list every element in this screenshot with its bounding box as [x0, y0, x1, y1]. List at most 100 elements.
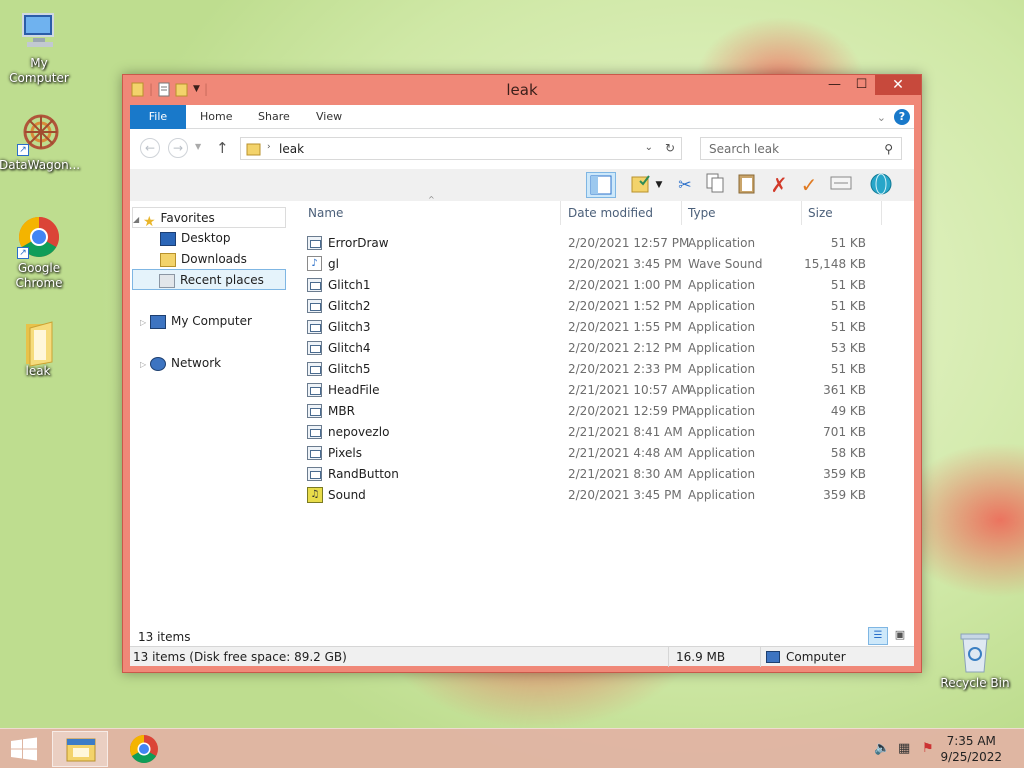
rename-check-icon[interactable]: ✓: [796, 172, 822, 198]
details-view-button[interactable]: ☰: [868, 627, 888, 645]
ribbon-tabs: File Home Share View ⌄ ?: [130, 105, 914, 129]
desktop-icon-leak-folder[interactable]: leak: [0, 318, 78, 379]
nav-my-computer[interactable]: ▷ My Computer: [140, 311, 252, 332]
volume-muted-icon[interactable]: 🔈: [874, 741, 890, 756]
recent-locations-icon[interactable]: ▼: [195, 142, 201, 151]
file-size: 359 KB: [823, 467, 866, 481]
file-row[interactable]: ♪ gl 2/20/2021 3:45 PM Wave Sound 15,148 KB: [306, 254, 896, 275]
title-bar[interactable]: | ▼ | leak — ☐ ✕: [123, 75, 921, 105]
navigation-bar: ← → ▼ ↑ › leak ⌄ ↻ Search leak ⚲: [130, 129, 914, 169]
total-size-text: 16.9 MB: [676, 650, 726, 664]
file-row[interactable]: RandButton 2/21/2021 8:30 AM Application 35…: [306, 464, 896, 485]
file-row[interactable]: Glitch5 2/20/2021 2:33 PM Application 51 KB: [306, 359, 896, 380]
file-size: 361 KB: [823, 383, 866, 397]
recent-places-icon: [159, 273, 175, 288]
file-size: 49 KB: [830, 404, 866, 418]
properties-icon[interactable]: [828, 172, 854, 198]
desktop-icon-chrome[interactable]: ↗ Google Chrome: [0, 215, 79, 291]
up-icon[interactable]: ↑: [216, 139, 229, 157]
folder-icon: [16, 318, 60, 367]
location-text: Computer: [786, 650, 846, 664]
breadcrumb[interactable]: leak: [279, 142, 304, 156]
file-row[interactable]: MBR 2/20/2021 12:59 PM Application 49 KB: [306, 401, 896, 422]
breadcrumb-chevron-icon[interactable]: ›: [267, 142, 271, 152]
explorer-window[interactable]: | ▼ | leak — ☐ ✕ File Home Share View ⌄ …: [122, 74, 922, 673]
nav-desktop[interactable]: Desktop: [160, 228, 231, 249]
file-row[interactable]: ErrorDraw 2/20/2021 12:57 PM Application 51…: [306, 233, 896, 254]
preview-pane-button[interactable]: [586, 172, 616, 198]
desktop-icon-label: My Computer: [9, 56, 69, 85]
large-icons-view-button[interactable]: ▣: [890, 627, 910, 645]
column-header-name[interactable]: Name: [308, 206, 343, 224]
file-date: 2/21/2021 4:48 AM: [568, 446, 683, 460]
minimize-button[interactable]: —: [821, 75, 848, 95]
file-name: HeadFile: [328, 383, 380, 397]
maximize-button[interactable]: ☐: [848, 75, 875, 95]
nav-network[interactable]: ▷ Network: [140, 353, 221, 374]
column-divider[interactable]: [881, 201, 882, 225]
file-row[interactable]: Glitch1 2/20/2021 1:00 PM Application 51 KB: [306, 275, 896, 296]
column-header-date[interactable]: Date modified: [568, 206, 653, 224]
nav-downloads[interactable]: Downloads: [160, 249, 247, 270]
file-type: Application: [688, 404, 756, 418]
network-status-icon[interactable]: ▦: [898, 741, 910, 756]
nav-recent-places[interactable]: Recent places: [132, 269, 286, 290]
collapse-arrow-icon[interactable]: ◢: [133, 215, 139, 224]
desktop-icon-recycle-bin[interactable]: Recycle Bin: [935, 630, 1015, 691]
computer-icon: [149, 314, 166, 329]
column-divider[interactable]: [681, 201, 682, 225]
computer-icon: [766, 651, 780, 663]
tab-view[interactable]: View: [316, 105, 342, 129]
help-icon[interactable]: ?: [894, 109, 910, 125]
taskbar-chrome[interactable]: [116, 731, 172, 767]
delete-icon[interactable]: ✗: [766, 172, 792, 198]
globe-icon[interactable]: [868, 172, 894, 198]
column-header-type[interactable]: Type: [688, 206, 716, 224]
desktop-icon-datawagon[interactable]: ↗ DataWagon...: [0, 112, 80, 173]
system-clock[interactable]: 7:35 AM 9/25/2022: [940, 733, 1002, 765]
start-button[interactable]: [10, 737, 38, 761]
refresh-icon[interactable]: ↻: [665, 141, 675, 155]
forward-button[interactable]: →: [168, 138, 188, 158]
file-date: 2/21/2021 8:30 AM: [568, 467, 683, 481]
search-input[interactable]: Search leak ⚲: [700, 137, 902, 160]
action-center-icon[interactable]: ⚑: [922, 741, 934, 756]
address-dropdown-icon[interactable]: ⌄: [645, 142, 653, 153]
file-row[interactable]: Pixels 2/21/2021 4:48 AM Application 58 KB: [306, 443, 896, 464]
nav-favorites[interactable]: ◢ ★ Favorites: [132, 207, 286, 230]
file-row[interactable]: HeadFile 2/21/2021 10:57 AM Application 361…: [306, 380, 896, 401]
file-row[interactable]: nepovezlo 2/21/2021 8:41 AM Application 701…: [306, 422, 896, 443]
file-name: Glitch4: [328, 341, 371, 355]
folder-options-icon[interactable]: [628, 172, 654, 198]
file-name: Pixels: [328, 446, 363, 460]
cut-icon[interactable]: ✂: [672, 172, 698, 198]
folder-options-dropdown-icon[interactable]: ▼: [652, 172, 666, 198]
paste-icon[interactable]: [734, 172, 760, 198]
close-button[interactable]: ✕: [875, 75, 921, 95]
taskbar-file-explorer[interactable]: [52, 731, 108, 767]
address-bar[interactable]: › leak ⌄ ↻: [240, 137, 682, 160]
tab-file[interactable]: File: [130, 105, 186, 129]
expand-arrow-icon[interactable]: ▷: [140, 318, 146, 327]
search-icon[interactable]: ⚲: [884, 142, 893, 156]
expand-arrow-icon[interactable]: ▷: [140, 360, 146, 369]
column-divider[interactable]: [560, 201, 561, 225]
copy-icon[interactable]: [702, 172, 728, 198]
command-toolbar: ▼ ✂ ✗ ✓: [130, 169, 914, 201]
column-header-size[interactable]: Size: [808, 206, 833, 224]
network-icon: [149, 356, 166, 371]
file-row[interactable]: Glitch4 2/20/2021 2:12 PM Application 53 KB: [306, 338, 896, 359]
file-row[interactable]: Glitch2 2/20/2021 1:52 PM Application 51 KB: [306, 296, 896, 317]
tab-home[interactable]: Home: [200, 105, 232, 129]
expand-ribbon-icon[interactable]: ⌄: [877, 111, 886, 124]
back-button[interactable]: ←: [140, 138, 160, 158]
file-name: Glitch2: [328, 299, 371, 313]
column-divider[interactable]: [801, 201, 802, 225]
file-row[interactable]: Glitch3 2/20/2021 1:55 PM Application 51 KB: [306, 317, 896, 338]
file-row[interactable]: ♫ Sound 2/20/2021 3:45 PM Application 359 KB: [306, 485, 896, 506]
file-name: MBR: [328, 404, 355, 418]
tab-share[interactable]: Share: [258, 105, 290, 129]
file-name: Glitch5: [328, 362, 371, 376]
file-size: 359 KB: [823, 488, 866, 502]
desktop-icon-my-computer[interactable]: My Computer: [0, 10, 79, 86]
